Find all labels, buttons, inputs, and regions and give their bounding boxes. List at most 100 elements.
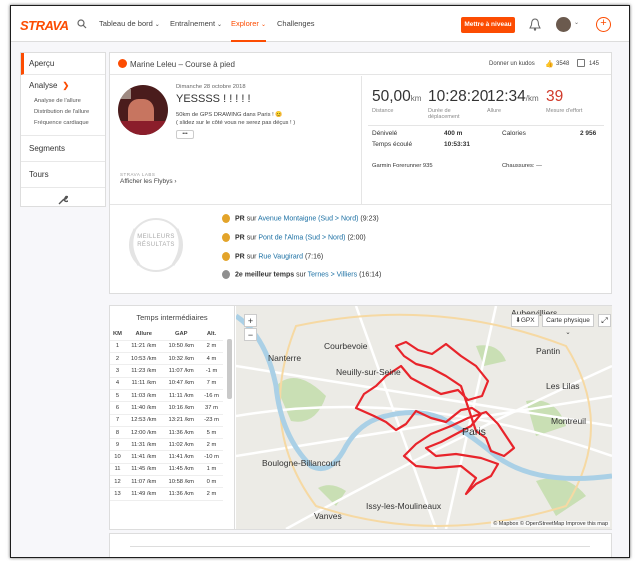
athlete-photo[interactable] <box>118 85 168 135</box>
segment-link[interactable]: Rue Vaugirard <box>258 253 303 260</box>
split-elev: 5 m <box>200 426 223 440</box>
sidebar-sub-pace-distribution[interactable]: Distribution de l'allure <box>21 107 105 118</box>
map-layer-select[interactable]: Carte physique ⌄ <box>542 314 594 336</box>
split-gap: 11:36 /km <box>162 426 200 440</box>
comment-icon[interactable] <box>577 59 585 67</box>
sidebar-item-laps[interactable]: Tours <box>21 162 105 188</box>
split-row[interactable]: 10 11:41 /km 11:41 /km -10 m <box>110 450 223 464</box>
segment-link[interactable]: Pont de l'Alma (Sud > Nord) <box>258 234 345 241</box>
segment-link[interactable]: Avenue Montaigne (Sud > Nord) <box>258 215 358 222</box>
split-row[interactable]: 4 11:11 /km 10:47 /km 7 m <box>110 377 223 390</box>
split-row[interactable]: 6 11:40 /km 10:16 /km 37 m <box>110 401 223 415</box>
split-row[interactable]: 12 11:07 /km 10:58 /km 0 m <box>110 475 223 489</box>
activity-date: Dimanche 28 octobre 2018 <box>176 84 246 90</box>
chart-baseline <box>130 546 590 547</box>
device-name: Garmin Forerunner 935 <box>372 163 433 169</box>
shoes-value: Chaussures: — <box>502 163 542 169</box>
splits-scrollbar[interactable] <box>227 339 232 399</box>
split-elev: -16 m <box>200 389 223 403</box>
sidebar-item-overview[interactable]: Aperçu <box>21 53 105 75</box>
split-km: 3 <box>110 364 126 378</box>
nav-training[interactable]: Entraînement ⌄ <box>170 19 222 28</box>
map-attribution[interactable]: © Mapbox © OpenStreetMap Improve this ma… <box>491 521 610 527</box>
split-pace: 10:53 /km <box>125 352 163 366</box>
sidebar-item-analysis[interactable]: Analyse ❯ <box>21 75 105 96</box>
split-gap: 10:16 /km <box>162 401 200 415</box>
elapsed-label: Temps écoulé <box>372 141 413 148</box>
upgrade-button[interactable]: Mettre à niveau <box>461 17 515 33</box>
split-km: 1 <box>110 340 126 354</box>
col-pace: Allure <box>125 328 163 341</box>
flyby-link[interactable]: Afficher les Flybys › <box>120 178 177 185</box>
activity-card: Marine Leleu – Course à pied Donner un k… <box>109 52 612 294</box>
split-elev: 7 m <box>200 377 223 390</box>
sidebar-item-segments[interactable]: Segments <box>21 136 105 162</box>
split-gap: 10:32 /km <box>162 352 200 366</box>
split-km: 5 <box>110 389 126 403</box>
sidebar-tools[interactable] <box>21 188 105 206</box>
search-icon[interactable] <box>77 19 87 29</box>
sidebar-sub-pace-analysis[interactable]: Analyse de l'allure <box>21 96 105 107</box>
activity-description-2: ( slidez sur le côté vous ne serez pas d… <box>176 120 296 126</box>
strava-logo[interactable]: STRAVA <box>20 18 69 33</box>
comment-count[interactable]: 145 <box>589 61 599 67</box>
split-pace: 11:40 /km <box>125 401 163 415</box>
user-avatar[interactable] <box>556 17 571 32</box>
segment-link[interactable]: Ternes > Villiers <box>308 271 357 278</box>
more-button[interactable]: ••• <box>176 130 194 139</box>
activity-description-1: 50km de GPS DRAWING dans Paris ! 😊 <box>176 112 283 118</box>
sidebar: Aperçu Analyse ❯ Analyse de l'allure Dist… <box>20 52 106 207</box>
zoom-out-button[interactable]: − <box>244 328 257 341</box>
split-pace: 12:53 /km <box>125 414 163 427</box>
bell-icon[interactable] <box>529 18 541 31</box>
avatar-chevron-icon[interactable]: ⌄ <box>574 19 579 26</box>
activity-title[interactable]: Marine Leleu – Course à pied <box>130 60 235 69</box>
split-row[interactable]: 1 11:21 /km 10:50 /km 2 m <box>110 340 223 354</box>
best-results-label-2: RÉSULTATS <box>137 242 175 248</box>
split-km: 12 <box>110 475 126 489</box>
split-row[interactable]: 2 10:53 /km 10:32 /km 4 m <box>110 352 223 366</box>
nav-dashboard[interactable]: Tableau de bord ⌄ <box>99 19 160 28</box>
split-elev: 2 m <box>200 438 223 452</box>
kudos-count[interactable]: 3548 <box>556 61 569 67</box>
stat-pace: 12:34/km <box>487 88 539 105</box>
split-elev: -23 m <box>200 414 223 427</box>
zoom-in-button[interactable]: + <box>244 314 257 327</box>
place-label: Les Lilas <box>546 381 580 391</box>
nav-challenges[interactable]: Challenges <box>277 19 315 28</box>
browser-frame: STRAVA Tableau de bord ⌄ Entraînement ⌄ Ex… <box>10 5 630 558</box>
wrench-icon[interactable] <box>58 195 70 205</box>
split-row[interactable]: 8 12:00 /km 11:36 /km 5 m <box>110 426 223 440</box>
best-effort-item: PR sur Pont de l'Alma (Sud > Nord) (2:00… <box>222 233 366 242</box>
split-row[interactable]: 11 11:45 /km 11:45 /km 1 m <box>110 463 223 477</box>
split-gap: 10:47 /km <box>162 377 200 390</box>
silver-medal-icon <box>222 270 230 279</box>
nav-explore[interactable]: Explorer ⌄ <box>231 19 266 42</box>
split-km: 9 <box>110 438 126 452</box>
split-row[interactable]: 9 11:31 /km 11:02 /km 2 m <box>110 438 223 452</box>
gold-medal-icon <box>222 233 230 242</box>
split-row[interactable]: 5 11:03 /km 11:11 /km -16 m <box>110 389 223 403</box>
best-effort-item: PR sur Rue Vaugirard (7:16) <box>222 252 323 261</box>
stat-effort[interactable]: 39 <box>546 88 563 106</box>
route-map[interactable]: Nanterre Courbevoie Neuilly-sur-Seine Pa… <box>236 306 612 529</box>
split-row[interactable]: 7 12:53 /km 13:21 /km -23 m <box>110 414 223 427</box>
thumbs-up-icon[interactable]: 👍 <box>545 60 554 68</box>
download-gpx-button[interactable]: ⬇GPX <box>511 314 539 327</box>
fullscreen-icon[interactable]: ⤢ <box>598 314 611 327</box>
split-gap: 11:41 /km <box>162 450 200 464</box>
split-elev: 2 m <box>200 340 223 354</box>
stat-distance: 50,00km <box>372 88 422 105</box>
stats-divider <box>361 76 362 204</box>
elevation-value: 400 m <box>444 130 463 137</box>
split-elev: -10 m <box>200 450 223 464</box>
add-activity-icon[interactable]: + <box>596 17 611 32</box>
split-km: 4 <box>110 377 126 390</box>
split-row[interactable]: 13 11:49 /km 11:36 /km 2 m <box>110 487 223 501</box>
split-pace: 12:00 /km <box>125 426 163 440</box>
sidebar-sub-heart-rate[interactable]: Fréquence cardiaque <box>21 118 105 129</box>
give-kudos-link[interactable]: Donner un kudos <box>489 61 535 67</box>
split-elev: 1 m <box>200 463 223 477</box>
split-row[interactable]: 3 11:23 /km 11:07 /km -1 m <box>110 364 223 378</box>
split-elev: 0 m <box>200 475 223 489</box>
